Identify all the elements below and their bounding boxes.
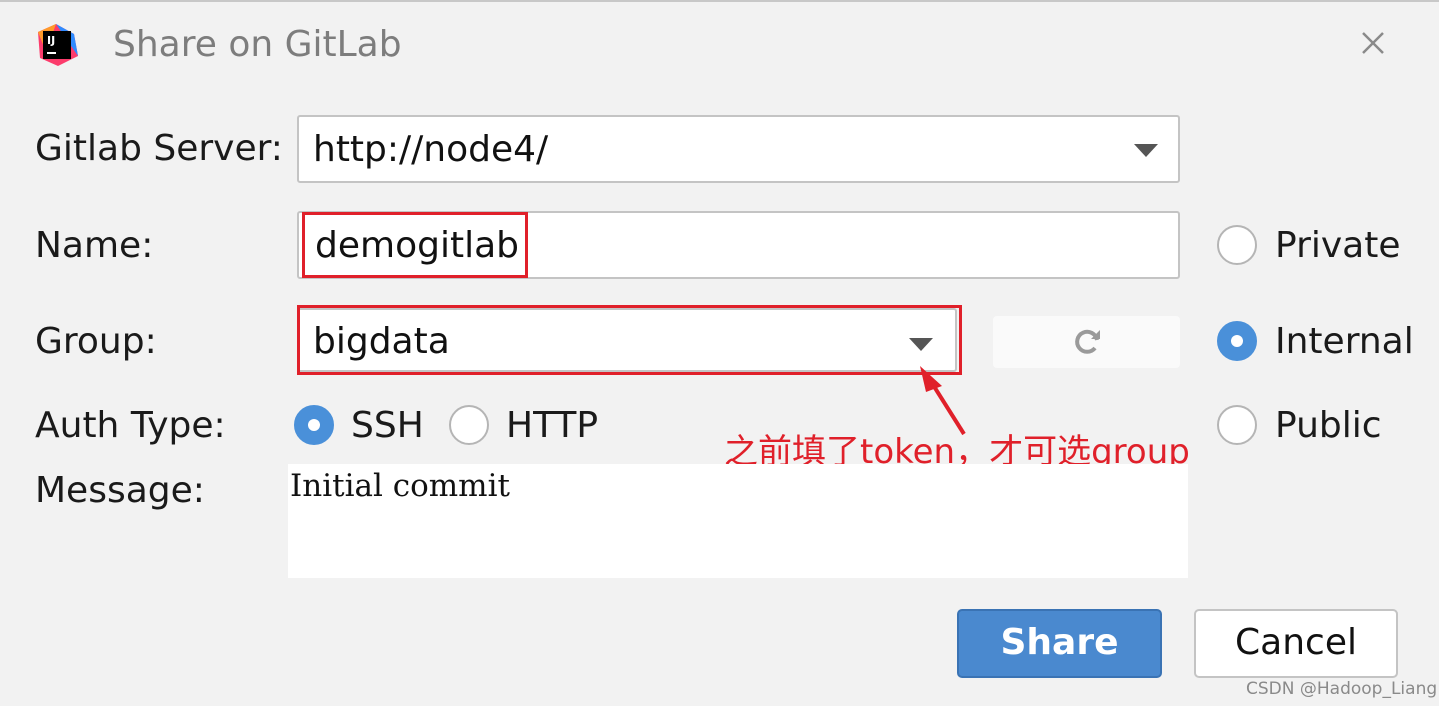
visibility-private-label[interactable]: Private xyxy=(1275,223,1401,269)
cancel-button[interactable]: Cancel xyxy=(1194,609,1398,678)
message-label: Message: xyxy=(35,470,205,511)
auth-type-label: Auth Type: xyxy=(35,405,226,446)
message-textarea[interactable]: Initial commit xyxy=(288,464,1188,578)
auth-http-radio[interactable] xyxy=(449,405,489,445)
chevron-down-icon xyxy=(1134,144,1158,157)
logo-text: IJ xyxy=(47,34,55,47)
auth-ssh-label[interactable]: SSH xyxy=(351,403,424,449)
visibility-private-radio[interactable] xyxy=(1217,225,1257,265)
share-button[interactable]: Share xyxy=(957,609,1162,678)
watermark: CSDN @Hadoop_Liang xyxy=(1246,679,1438,699)
refresh-groups-button[interactable] xyxy=(993,316,1180,368)
visibility-public-radio[interactable] xyxy=(1217,405,1257,445)
group-label: Group: xyxy=(35,321,157,362)
dialog-title: Share on GitLab xyxy=(113,24,402,65)
refresh-icon xyxy=(1075,329,1100,354)
name-label: Name: xyxy=(35,225,154,266)
server-label: Gitlab Server: xyxy=(35,128,283,169)
server-value: http://node4/ xyxy=(313,129,549,170)
share-dialog: IJ Share on GitLab Gitlab Server: http:/… xyxy=(0,0,1439,706)
auth-ssh-radio[interactable] xyxy=(294,405,334,445)
message-value: Initial commit xyxy=(290,468,510,504)
close-icon[interactable] xyxy=(1356,26,1390,60)
group-highlight-box xyxy=(297,305,962,375)
name-highlight-box xyxy=(302,212,528,278)
visibility-internal-radio[interactable] xyxy=(1217,321,1257,361)
server-select[interactable]: http://node4/ xyxy=(297,115,1180,183)
auth-http-label[interactable]: HTTP xyxy=(506,403,598,449)
intellij-logo-icon: IJ xyxy=(38,24,78,66)
annotation-arrow-icon xyxy=(920,366,966,436)
visibility-public-label[interactable]: Public xyxy=(1275,403,1382,449)
visibility-internal-label[interactable]: Internal xyxy=(1275,319,1414,365)
